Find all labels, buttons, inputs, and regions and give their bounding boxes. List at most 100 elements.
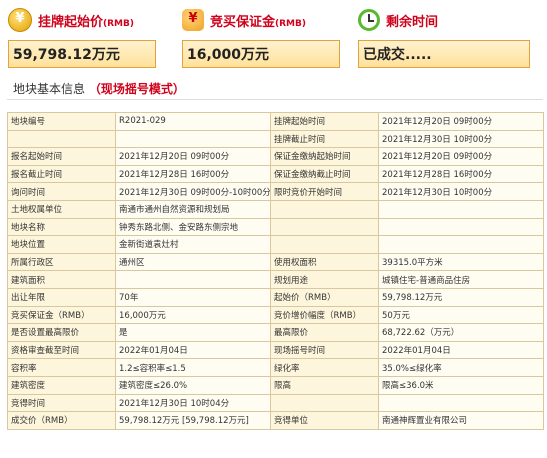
field-label: 成交价（RMB） <box>7 411 116 430</box>
field-value: 68,722.62（万元） <box>378 323 544 342</box>
auction-mode: （现场摇号模式） <box>88 82 185 96</box>
field-value: 39315.0平方米 <box>378 252 544 272</box>
field-label <box>270 235 379 254</box>
field-value: 2021年12月30日 10时00分 <box>378 182 544 201</box>
field-value: 2021年12月30日 10时04分 <box>115 393 271 413</box>
deposit-unit: (RMB) <box>275 18 306 29</box>
field-label: 挂牌截止时间 <box>270 129 379 149</box>
time-left-value: 已成交..... <box>358 40 530 68</box>
field-label: 最高限价 <box>270 323 379 342</box>
field-label: 建筑密度 <box>7 375 116 395</box>
section-title-bar: 地块基本信息 （现场摇号模式） <box>7 78 543 100</box>
clock-icon <box>358 9 380 31</box>
field-label: 规划用途 <box>270 270 379 289</box>
coin-icon <box>8 8 32 32</box>
field-label: 保证金缴纳起始时间 <box>270 147 379 166</box>
table-row: 成交价（RMB） 59,798.12万元 [59,798.12万元] 竞得单位 南通神… <box>7 411 544 430</box>
field-label: 竞得单位 <box>270 411 379 430</box>
field-label: 报名起始时间 <box>7 147 116 166</box>
field-label: 竞买保证金（RMB） <box>7 305 116 325</box>
field-value: 钟秀东路北侧、金安路东侧宗地 <box>115 217 271 237</box>
field-label: 使用权面积 <box>270 252 379 272</box>
field-label: 限高 <box>270 375 379 395</box>
field-value: 2022年01月04日 <box>378 340 544 360</box>
field-value: 70年 <box>115 287 271 307</box>
table-row: 地块名称 钟秀东路北侧、金安路东侧宗地 <box>7 217 544 237</box>
table-row: 土地权属单位 南通市通州自然资源和规划局 <box>7 199 544 219</box>
field-label: 是否设置最高限价 <box>7 323 116 342</box>
table-row: 报名起始时间 2021年12月20日 09时00分 保证金缴纳起始时间 2021年12… <box>7 147 544 166</box>
deposit-label: 竞买保证金 <box>210 14 276 30</box>
table-row: 是否设置最高限价是最高限价 68,722.62（万元） <box>7 323 544 342</box>
table-row: 地块编号 R2021-029 挂牌起始时间 2021年12月20日 09时00分 <box>7 112 544 131</box>
field-label <box>270 393 379 413</box>
field-value: 2021年12月28日 16时00分 <box>115 164 271 184</box>
start-price-unit: (RMB) <box>103 18 134 29</box>
field-label: 容积率 <box>7 358 116 377</box>
section-title: 地块基本信息 <box>13 82 86 96</box>
field-label <box>270 217 379 237</box>
table-row: 询问时间 2021年12月30日 09时00分-10时00分 限时竞价开始时间 202… <box>7 182 544 201</box>
field-label: 地块名称 <box>7 217 116 237</box>
field-value: 是 <box>115 323 271 342</box>
field-value: 50万元 <box>378 305 544 325</box>
field-value: 南通市通州自然资源和规划局 <box>115 199 271 219</box>
field-value: 59,798.12万元 <box>378 287 544 307</box>
field-label: 限时竞价开始时间 <box>270 182 379 201</box>
field-label: 绿化率 <box>270 358 379 377</box>
field-value: 2021年12月30日 10时00分 <box>378 129 544 149</box>
field-label: 地块编号 <box>7 112 116 131</box>
field-value: 城镇住宅-普通商品住房 <box>378 270 544 289</box>
field-label: 起始价（RMB） <box>270 287 379 307</box>
field-label: 询问时间 <box>7 182 116 201</box>
land-info-table: 地块编号 R2021-029 挂牌起始时间 2021年12月20日 09时00分 挂牌截… <box>7 112 544 430</box>
field-value: 2021年12月20日 09时00分 <box>115 147 271 166</box>
field-value: 南通神辉置业有限公司 <box>378 411 544 430</box>
field-value: 59,798.12万元 [59,798.12万元] <box>115 411 271 430</box>
field-value: 2022年01月04日 <box>115 340 271 360</box>
field-label: 竞价增价幅度（RMB） <box>270 305 379 325</box>
field-value: 2021年12月28日 16时00分 <box>378 164 544 184</box>
table-row: 出让年限 70年 起始价（RMB） 59,798.12万元 <box>7 287 544 307</box>
field-value <box>378 393 544 413</box>
table-row: 挂牌截止时间 2021年12月30日 10时00分 <box>7 129 544 149</box>
field-value: 限高≤36.0米 <box>378 375 544 395</box>
field-value <box>115 129 271 149</box>
field-label: 建筑面积 <box>7 270 116 289</box>
money-icon <box>182 9 204 31</box>
field-label: 出让年限 <box>7 287 116 307</box>
table-row: 报名截止时间 2021年12月28日 16时00分 保证金缴纳截止时间 2021年12… <box>7 164 544 184</box>
field-label: 地块位置 <box>7 235 116 254</box>
field-value: 2021年12月20日 09时00分 <box>378 112 544 131</box>
field-label: 现场摇号时间 <box>270 340 379 360</box>
field-label: 土地权属单位 <box>7 199 116 219</box>
field-value <box>378 217 544 237</box>
field-value <box>378 199 544 219</box>
field-value: 1.2≤容积率≤1.5 <box>115 358 271 377</box>
table-row: 地块位置 金新街道袁灶村 <box>7 235 544 254</box>
table-row: 资格审查截至时间 2022年01月04日 现场摇号时间 2022年01月04日 <box>7 340 544 360</box>
field-value: 35.0%≤绿化率 <box>378 358 544 377</box>
field-value: 通州区 <box>115 252 271 272</box>
field-value: 2021年12月30日 09时00分-10时00分 <box>115 182 271 201</box>
field-label: 资格审查截至时间 <box>7 340 116 360</box>
table-row: 竞买保证金（RMB） 16,000万元 竞价增价幅度（RMB） 50万元 <box>7 305 544 325</box>
field-label: 报名截止时间 <box>7 164 116 184</box>
field-value <box>115 270 271 289</box>
field-value: R2021-029 <box>115 112 271 131</box>
table-row: 容积率 1.2≤容积率≤1.5 绿化率 35.0%≤绿化率 <box>7 358 544 377</box>
field-label: 竞得时间 <box>7 393 116 413</box>
field-label: 所属行政区 <box>7 252 116 272</box>
price-summary: 挂牌起始价(RMB) 59,798.12万元 竞买保证金(RMB) 16,000… <box>0 0 547 78</box>
table-row: 竞得时间 2021年12月30日 10时04分 <box>7 393 544 413</box>
field-value: 2021年12月20日 09时00分 <box>378 147 544 166</box>
time-left-label: 剩余时间 <box>386 14 439 30</box>
start-price-value: 59,798.12万元 <box>8 40 156 68</box>
start-price-label: 挂牌起始价 <box>38 14 104 30</box>
field-label: 挂牌起始时间 <box>270 112 379 131</box>
field-value: 16,000万元 <box>115 305 271 325</box>
table-row: 所属行政区 通州区 使用权面积 39315.0平方米 <box>7 252 544 272</box>
field-value: 建筑密度≤26.0% <box>115 375 271 395</box>
field-label <box>270 199 379 219</box>
table-row: 建筑密度 建筑密度≤26.0% 限高 限高≤36.0米 <box>7 375 544 395</box>
